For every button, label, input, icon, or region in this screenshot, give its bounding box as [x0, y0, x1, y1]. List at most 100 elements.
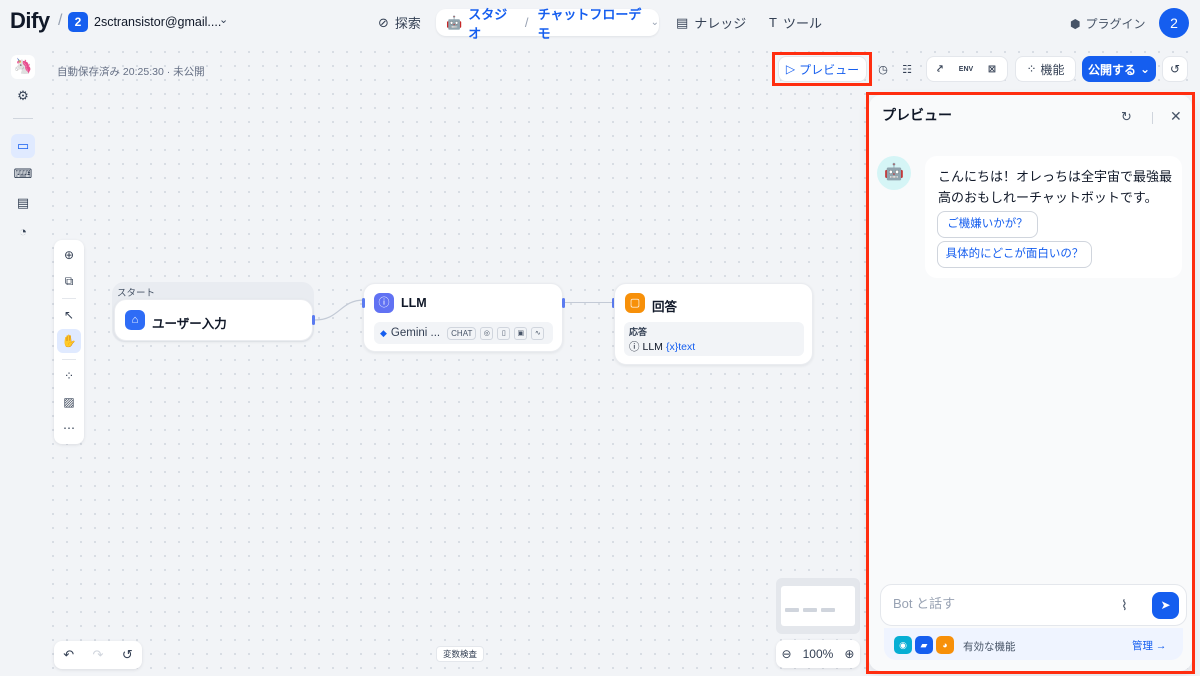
- history-icon[interactable]: ↺: [122, 647, 133, 663]
- robot-icon: 🤖: [446, 14, 463, 30]
- preview-panel-title: プレビュー: [882, 107, 952, 123]
- version-history-icon[interactable]: ↺: [1162, 56, 1188, 82]
- compass-icon: ⊘: [378, 14, 389, 30]
- llm-small-icon: ⓘ: [629, 341, 640, 353]
- publish-button[interactable]: 公開する ⌄: [1082, 56, 1156, 82]
- checklist-icon[interactable]: ☷: [894, 56, 920, 82]
- env-icon[interactable]: ENV: [953, 66, 979, 73]
- app-name[interactable]: チャットフローデモ: [537, 4, 644, 42]
- sidebar-item-api[interactable]: ⌨: [11, 162, 35, 186]
- add-note-icon[interactable]: ⧉: [57, 269, 81, 293]
- llm-input-handle[interactable]: [362, 298, 365, 308]
- chevron-down-icon: ⌄: [1139, 62, 1151, 76]
- pointer-icon[interactable]: ↖: [57, 303, 81, 327]
- answer-node-title: 回答: [652, 300, 678, 314]
- plugin-button[interactable]: ⬢ プラグイン: [1070, 15, 1146, 32]
- chat-input-box: [880, 584, 1187, 626]
- features-icon: ⁘: [1026, 62, 1037, 76]
- organize-blocks-icon[interactable]: ⁘: [57, 364, 81, 388]
- global-vars-icon[interactable]: ⊠: [979, 64, 1005, 75]
- chevron-down-icon[interactable]: ⌄: [651, 17, 659, 28]
- answer-var-name: {x}text: [665, 340, 696, 353]
- paperclip-icon[interactable]: ⌇: [1121, 597, 1128, 614]
- zoom-out-icon[interactable]: ⊖: [782, 647, 792, 661]
- nav-studio[interactable]: 🤖 スタジオ / チャットフローデモ ⌄: [436, 7, 659, 41]
- nav-knowledge[interactable]: ▤ ナレッジ: [676, 9, 746, 36]
- minimap-viewport: [781, 586, 855, 626]
- nav-studio-label: スタジオ: [468, 6, 508, 41]
- llm-node[interactable]: ⓘ LLM ◆ Gemini ... CHAT ◎ ▯ ▣ ∿: [363, 283, 563, 352]
- suggested-question[interactable]: 具体的にどこが面白いの？: [937, 241, 1092, 268]
- nav-explore-label: 探索: [394, 16, 421, 31]
- chat-mode-tag: CHAT: [447, 326, 477, 340]
- variable-inspect-button[interactable]: 変数検査: [436, 646, 484, 662]
- cube-icon: ⬢: [1070, 16, 1081, 31]
- chat-input[interactable]: [893, 596, 1113, 611]
- zoom-level[interactable]: 100%: [803, 647, 834, 661]
- manage-features-link[interactable]: 管理 →: [1132, 638, 1166, 653]
- llm-node-title: LLM: [401, 296, 427, 310]
- redo-icon[interactable]: ↷: [93, 647, 104, 663]
- nav-separator: /: [524, 15, 529, 30]
- export-image-icon[interactable]: ▨: [57, 390, 81, 414]
- workspace-separator: /: [58, 12, 63, 29]
- vision-icon: ◎: [480, 326, 494, 340]
- nav-explore[interactable]: ⊘ 探索: [378, 9, 421, 36]
- start-node-label: スタート: [117, 288, 156, 299]
- gemini-icon: ◆: [380, 327, 387, 338]
- sidebar-item-monitoring[interactable]: ◔: [11, 220, 35, 244]
- edge-llm-answer: [565, 302, 614, 303]
- llm-output-handle[interactable]: [562, 298, 565, 308]
- top-bar: Dify / 2 2sctransistor@gmail.... ⌄ ⊘ 探索 …: [0, 0, 1200, 45]
- model-selector[interactable]: ◆ Gemini ... CHAT ◎ ▯ ▣ ∿: [374, 322, 553, 344]
- chevron-down-icon[interactable]: ⌄: [219, 13, 228, 26]
- dify-logo[interactable]: Dify: [10, 8, 50, 34]
- sidebar-item-logs[interactable]: ▤: [11, 191, 35, 215]
- follow-up-icon: ◉: [894, 636, 912, 654]
- answer-field-label: 応答: [629, 327, 648, 337]
- zoom-in-icon[interactable]: ⊕: [844, 647, 854, 661]
- close-icon[interactable]: ✕: [1170, 108, 1182, 125]
- answer-variable: ⓘ LLM {x}text: [629, 339, 695, 354]
- hand-icon[interactable]: ✋: [57, 329, 81, 353]
- bot-avatar: 🤖: [877, 156, 911, 190]
- nav-tools-label: ツール: [782, 16, 822, 31]
- audio-icon: ∿: [531, 326, 545, 340]
- start-node[interactable]: ⌂ ユーザー入力: [114, 299, 313, 341]
- minimap-node: [803, 608, 817, 612]
- undo-icon[interactable]: ↶: [63, 647, 74, 663]
- preview-highlight: [772, 52, 872, 86]
- features-button[interactable]: ⁘ 機能: [1015, 56, 1076, 82]
- app-icon[interactable]: 🦄: [11, 55, 35, 79]
- settings-sliders-icon[interactable]: ⚙: [11, 84, 35, 108]
- hammer-icon: T: [769, 15, 777, 30]
- enabled-features-label: 有効な機能: [963, 641, 1016, 653]
- minimap[interactable]: [776, 578, 860, 634]
- left-sidebar: 🦄 ⚙ ▭ ⌨ ▤ ◔: [0, 45, 46, 676]
- add-node-icon[interactable]: ⊕: [57, 243, 81, 267]
- avatar[interactable]: 2: [1159, 8, 1189, 38]
- run-history-icon[interactable]: ◷: [870, 56, 896, 82]
- sidebar-item-orchestrate[interactable]: ▭: [11, 134, 35, 158]
- file-upload-icon: ▰: [915, 636, 933, 654]
- palette-divider: [62, 359, 76, 360]
- publish-button-label: 公開する: [1087, 62, 1136, 77]
- book-icon: ▤: [676, 14, 689, 30]
- workspace-name[interactable]: 2sctransistor@gmail....: [94, 15, 221, 29]
- suggested-question[interactable]: ご機嫌いかが？: [937, 211, 1038, 238]
- conversation-vars-icon[interactable]: ⤤: [927, 64, 953, 75]
- video-icon: ▣: [514, 326, 528, 340]
- opener-icon: ◕: [936, 636, 954, 654]
- more-icon[interactable]: ⋯: [57, 416, 81, 440]
- refresh-icon[interactable]: ↻: [1121, 109, 1132, 125]
- autosave-status: 自動保存済み 20:25:30 · 未公開: [57, 66, 205, 78]
- nav-knowledge-label: ナレッジ: [694, 16, 747, 31]
- nav-tools[interactable]: T ツール: [769, 9, 822, 36]
- panel-header-divider: [1152, 112, 1153, 124]
- bot-message-text: こんにちは！オレっちは全宇宙で最強最高のおもしれーチャットボットです。: [938, 169, 1173, 205]
- document-icon: ▯: [497, 326, 511, 340]
- workspace-badge[interactable]: 2: [68, 12, 88, 32]
- send-button[interactable]: ➤: [1152, 592, 1179, 619]
- answer-icon: ▢: [625, 293, 645, 313]
- answer-node[interactable]: ▢ 回答 応答 ⓘ LLM {x}text: [614, 283, 813, 365]
